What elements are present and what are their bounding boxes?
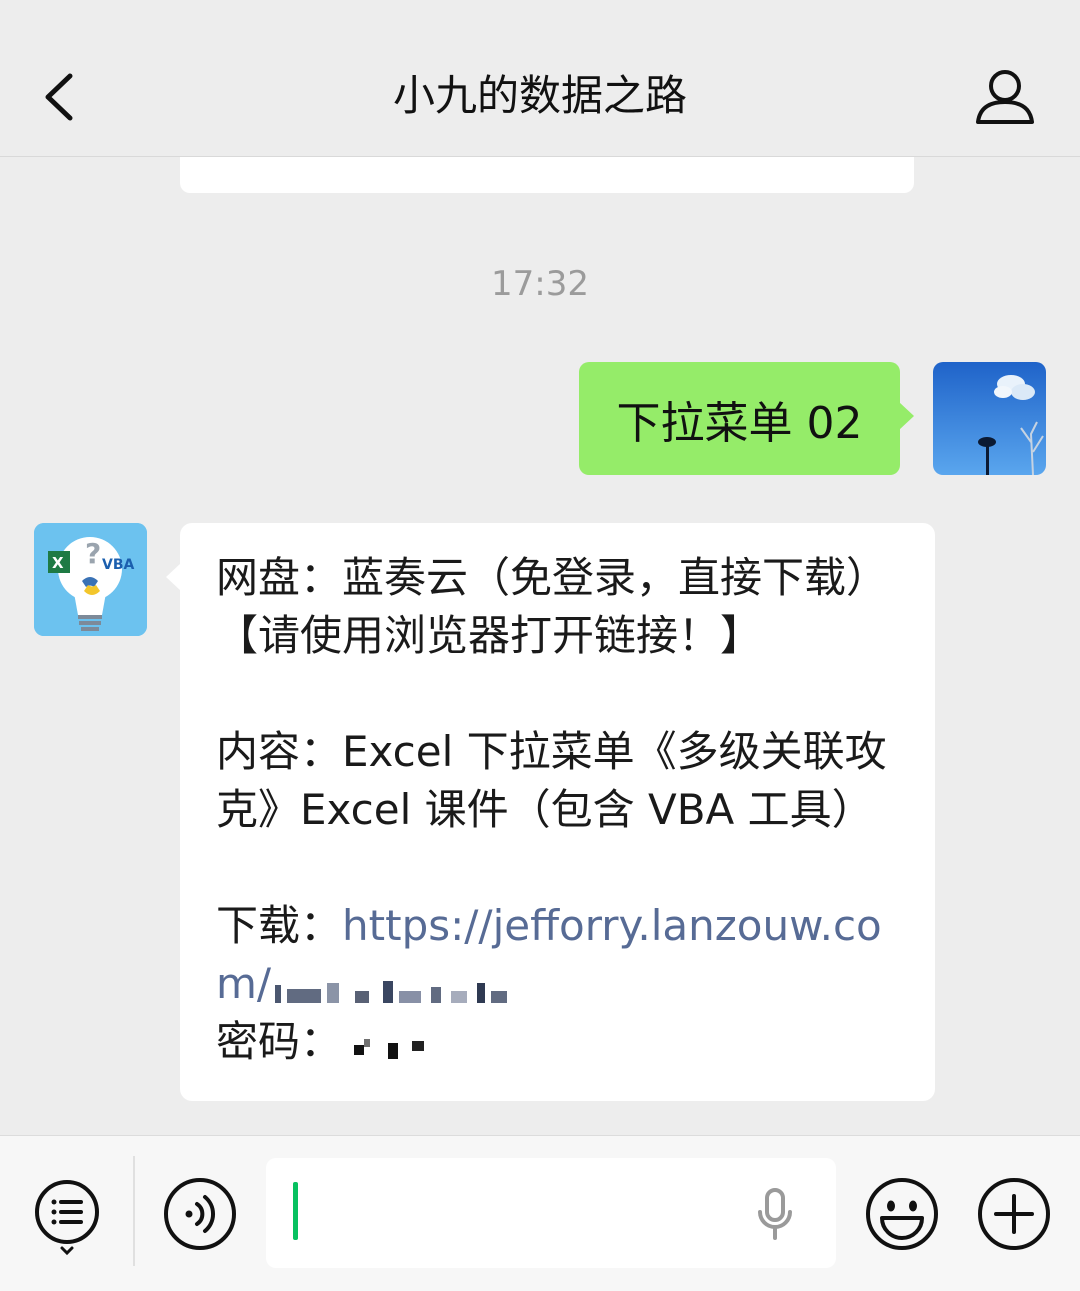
menu-button[interactable] xyxy=(32,1176,102,1256)
message-line-download: 下载：https://jefforry.lanzouw.com/ xyxy=(216,897,905,1013)
emoji-button[interactable] xyxy=(864,1176,940,1252)
user-avatar-image xyxy=(933,362,1046,475)
back-button[interactable] xyxy=(30,62,90,132)
voice-button[interactable] xyxy=(162,1176,238,1252)
text-caret xyxy=(293,1182,298,1240)
smiley-icon xyxy=(866,1178,938,1250)
svg-text:X: X xyxy=(52,554,64,572)
person-icon xyxy=(976,70,1034,124)
redacted-password-pixelation xyxy=(354,1038,425,1059)
message-line-storage: 网盘：蓝奏云（免登录，直接下载）【请使用浏览器打开链接！】 xyxy=(216,553,889,660)
svg-text:?: ? xyxy=(85,537,101,570)
more-options-button[interactable] xyxy=(976,1176,1052,1252)
message-line-content: 内容：Excel 下拉菜单《多级关联攻克》Excel 课件（包含 VBA 工具） xyxy=(216,727,887,834)
microphone-button[interactable] xyxy=(756,1188,794,1242)
sender-avatar[interactable]: X ? VBA xyxy=(34,523,147,636)
microphone-icon xyxy=(758,1188,792,1240)
chat-header: 小九的数据之路 xyxy=(0,0,1080,157)
chat-input-bar xyxy=(0,1135,1080,1291)
outgoing-message-text: 下拉菜单 02 xyxy=(616,397,863,449)
svg-text:VBA: VBA xyxy=(102,557,135,573)
lightbulb-logo-icon: X ? VBA xyxy=(34,523,147,636)
input-bar-divider xyxy=(133,1156,135,1266)
user-avatar[interactable] xyxy=(933,362,1046,475)
message-text-input[interactable] xyxy=(266,1158,836,1268)
previous-message-bubble xyxy=(180,157,914,193)
chat-info-button[interactable] xyxy=(970,62,1040,132)
password-label: 密码： xyxy=(216,1017,343,1066)
incoming-message-bubble[interactable]: 网盘：蓝奏云（免登录，直接下载）【请使用浏览器打开链接！】 内容：Excel 下… xyxy=(166,523,935,1101)
outgoing-message-bubble[interactable]: 下拉菜单 02 xyxy=(579,362,914,475)
voice-icon xyxy=(164,1178,236,1250)
chat-title: 小九的数据之路 xyxy=(392,71,687,120)
message-timestamp: 17:32 xyxy=(491,264,589,304)
plus-icon xyxy=(978,1178,1050,1250)
redacted-link-pixelation xyxy=(275,980,508,1003)
download-label: 下载： xyxy=(216,901,343,950)
list-menu-icon xyxy=(35,1180,99,1256)
chevron-left-icon xyxy=(45,73,73,121)
message-line-password: 密码： xyxy=(216,1013,905,1071)
